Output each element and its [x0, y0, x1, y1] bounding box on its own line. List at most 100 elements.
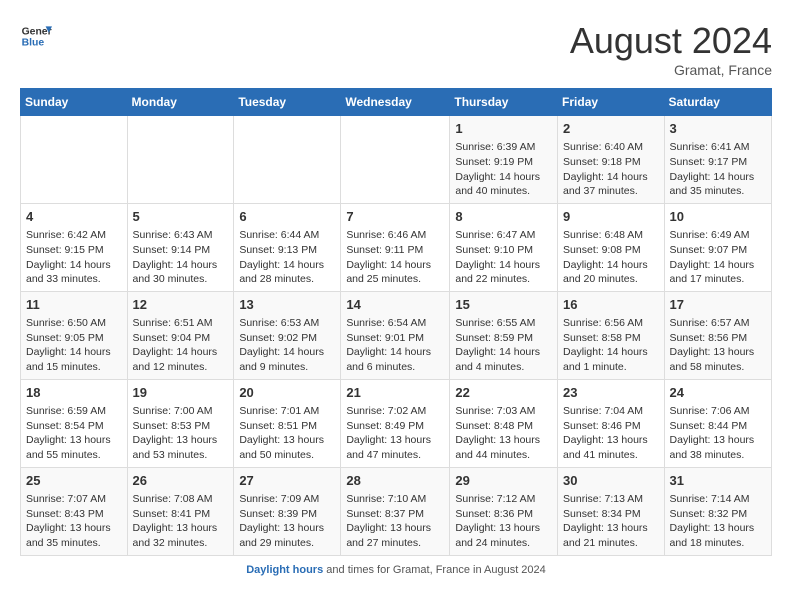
- calendar-cell: [21, 116, 128, 204]
- weekday-header: Tuesday: [234, 89, 341, 116]
- calendar-cell: 5 Sunrise: 6:43 AM Sunset: 9:14 PM Daylig…: [127, 203, 234, 291]
- day-info: Sunrise: 6:46 AM Sunset: 9:11 PM Dayligh…: [346, 228, 444, 287]
- day-number: 19: [133, 384, 229, 402]
- title-block: August 2024 Gramat, France: [570, 20, 772, 78]
- calendar-cell: 31Sunrise: 7:14 AM Sunset: 8:32 PM Dayli…: [664, 467, 771, 555]
- calendar-cell: 30 Sunrise: 7:13 AM Sunset: 8:34 PM Dayli…: [558, 467, 665, 555]
- calendar-cell: 3 Sunrise: 6:41 AM Sunset: 9:17 PM Daylig…: [664, 116, 771, 204]
- calendar-table: SundayMondayTuesdayWednesdayThursdayFrid…: [20, 88, 772, 556]
- calendar-cell: 26 Sunrise: 7:08 AM Sunset: 8:41 PM Dayli…: [127, 467, 234, 555]
- calendar-cell: [341, 116, 450, 204]
- calendar-cell: 10Sunrise: 6:49 AM Sunset: 9:07 PM Dayli…: [664, 203, 771, 291]
- day-info: Sunrise: 6:39 AM Sunset: 9:19 PM Dayligh…: [455, 140, 552, 199]
- day-info: Sunrise: 6:57 AM Sunset: 8:56 PM Dayligh…: [670, 316, 766, 375]
- month-year-title: August 2024: [570, 20, 772, 62]
- day-info: Sunrise: 6:50 AM Sunset: 9:05 PM Dayligh…: [26, 316, 122, 375]
- day-info: Sunrise: 6:42 AM Sunset: 9:15 PM Dayligh…: [26, 228, 122, 287]
- day-number: 5: [133, 208, 229, 226]
- day-info: Sunrise: 7:12 AM Sunset: 8:36 PM Dayligh…: [455, 492, 552, 551]
- calendar-cell: 2 Sunrise: 6:40 AM Sunset: 9:18 PM Daylig…: [558, 116, 665, 204]
- day-info: Sunrise: 7:08 AM Sunset: 8:41 PM Dayligh…: [133, 492, 229, 551]
- calendar-cell: 23 Sunrise: 7:04 AM Sunset: 8:46 PM Dayli…: [558, 379, 665, 467]
- weekday-header: Friday: [558, 89, 665, 116]
- calendar-cell: 7 Sunrise: 6:46 AM Sunset: 9:11 PM Daylig…: [341, 203, 450, 291]
- calendar-cell: 20 Sunrise: 7:01 AM Sunset: 8:51 PM Dayli…: [234, 379, 341, 467]
- calendar-cell: 28Sunrise: 7:10 AM Sunset: 8:37 PM Dayli…: [341, 467, 450, 555]
- day-info: Sunrise: 6:55 AM Sunset: 8:59 PM Dayligh…: [455, 316, 552, 375]
- day-number: 23: [563, 384, 659, 402]
- footer-text: and times for Gramat, France in August 2…: [326, 564, 546, 576]
- calendar-cell: 25Sunrise: 7:07 AM Sunset: 8:43 PM Dayli…: [21, 467, 128, 555]
- day-number: 24: [670, 384, 766, 402]
- day-number: 7: [346, 208, 444, 226]
- day-info: Sunrise: 7:06 AM Sunset: 8:44 PM Dayligh…: [670, 404, 766, 463]
- calendar-cell: 17 Sunrise: 6:57 AM Sunset: 8:56 PM Dayli…: [664, 291, 771, 379]
- day-number: 21: [346, 384, 444, 402]
- day-number: 6: [239, 208, 335, 226]
- calendar-cell: 18 Sunrise: 6:59 AM Sunset: 8:54 PM Dayli…: [21, 379, 128, 467]
- calendar-cell: 15 Sunrise: 6:55 AM Sunset: 8:59 PM Dayli…: [450, 291, 558, 379]
- footer: Daylight hours and times for Gramat, Fra…: [20, 564, 772, 576]
- weekday-header: Wednesday: [341, 89, 450, 116]
- day-number: 3: [670, 120, 766, 138]
- calendar-week-row: 25Sunrise: 7:07 AM Sunset: 8:43 PM Dayli…: [21, 467, 772, 555]
- day-info: Sunrise: 6:47 AM Sunset: 9:10 PM Dayligh…: [455, 228, 552, 287]
- day-number: 20: [239, 384, 335, 402]
- calendar-cell: 22 Sunrise: 7:03 AM Sunset: 8:48 PM Dayli…: [450, 379, 558, 467]
- day-info: Sunrise: 7:09 AM Sunset: 8:39 PM Dayligh…: [239, 492, 335, 551]
- calendar-cell: 6 Sunrise: 6:44 AM Sunset: 9:13 PM Daylig…: [234, 203, 341, 291]
- day-number: 16: [563, 296, 659, 314]
- day-info: Sunrise: 6:43 AM Sunset: 9:14 PM Dayligh…: [133, 228, 229, 287]
- weekday-header: Thursday: [450, 89, 558, 116]
- day-number: 4: [26, 208, 122, 226]
- calendar-cell: 12 Sunrise: 6:51 AM Sunset: 9:04 PM Dayli…: [127, 291, 234, 379]
- day-info: Sunrise: 6:40 AM Sunset: 9:18 PM Dayligh…: [563, 140, 659, 199]
- calendar-cell: 24 Sunrise: 7:06 AM Sunset: 8:44 PM Dayli…: [664, 379, 771, 467]
- location-subtitle: Gramat, France: [570, 62, 772, 78]
- calendar-week-row: 4 Sunrise: 6:42 AM Sunset: 9:15 PM Daylig…: [21, 203, 772, 291]
- calendar-cell: 8 Sunrise: 6:47 AM Sunset: 9:10 PM Daylig…: [450, 203, 558, 291]
- day-info: Sunrise: 7:02 AM Sunset: 8:49 PM Dayligh…: [346, 404, 444, 463]
- day-number: 17: [670, 296, 766, 314]
- day-number: 15: [455, 296, 552, 314]
- day-number: 29: [455, 472, 552, 490]
- day-number: 18: [26, 384, 122, 402]
- weekday-header-row: SundayMondayTuesdayWednesdayThursdayFrid…: [21, 89, 772, 116]
- calendar-cell: 29 Sunrise: 7:12 AM Sunset: 8:36 PM Dayli…: [450, 467, 558, 555]
- calendar-cell: 13Sunrise: 6:53 AM Sunset: 9:02 PM Dayli…: [234, 291, 341, 379]
- day-info: Sunrise: 6:49 AM Sunset: 9:07 PM Dayligh…: [670, 228, 766, 287]
- calendar-cell: 11 Sunrise: 6:50 AM Sunset: 9:05 PM Dayli…: [21, 291, 128, 379]
- day-number: 11: [26, 296, 122, 314]
- weekday-header: Sunday: [21, 89, 128, 116]
- day-info: Sunrise: 7:13 AM Sunset: 8:34 PM Dayligh…: [563, 492, 659, 551]
- day-number: 26: [133, 472, 229, 490]
- svg-text:Blue: Blue: [22, 38, 45, 49]
- day-number: 12: [133, 296, 229, 314]
- day-number: 30: [563, 472, 659, 490]
- page-header: General Blue August 2024 Gramat, France: [20, 20, 772, 78]
- day-number: 1: [455, 120, 552, 138]
- day-number: 2: [563, 120, 659, 138]
- logo-icon: General Blue: [20, 20, 52, 52]
- day-info: Sunrise: 6:41 AM Sunset: 9:17 PM Dayligh…: [670, 140, 766, 199]
- day-number: 28: [346, 472, 444, 490]
- day-info: Sunrise: 6:59 AM Sunset: 8:54 PM Dayligh…: [26, 404, 122, 463]
- day-info: Sunrise: 7:01 AM Sunset: 8:51 PM Dayligh…: [239, 404, 335, 463]
- day-number: 8: [455, 208, 552, 226]
- day-info: Sunrise: 6:44 AM Sunset: 9:13 PM Dayligh…: [239, 228, 335, 287]
- day-info: Sunrise: 6:51 AM Sunset: 9:04 PM Dayligh…: [133, 316, 229, 375]
- day-info: Sunrise: 7:03 AM Sunset: 8:48 PM Dayligh…: [455, 404, 552, 463]
- calendar-cell: 14Sunrise: 6:54 AM Sunset: 9:01 PM Dayli…: [341, 291, 450, 379]
- calendar-week-row: 1 Sunrise: 6:39 AM Sunset: 9:19 PM Daylig…: [21, 116, 772, 204]
- day-info: Sunrise: 6:54 AM Sunset: 9:01 PM Dayligh…: [346, 316, 444, 375]
- weekday-header: Saturday: [664, 89, 771, 116]
- calendar-cell: 1 Sunrise: 6:39 AM Sunset: 9:19 PM Daylig…: [450, 116, 558, 204]
- calendar-cell: 9Sunrise: 6:48 AM Sunset: 9:08 PM Daylig…: [558, 203, 665, 291]
- day-info: Sunrise: 7:07 AM Sunset: 8:43 PM Dayligh…: [26, 492, 122, 551]
- footer-label: Daylight hours: [246, 564, 323, 576]
- day-number: 22: [455, 384, 552, 402]
- day-info: Sunrise: 7:04 AM Sunset: 8:46 PM Dayligh…: [563, 404, 659, 463]
- day-info: Sunrise: 7:14 AM Sunset: 8:32 PM Dayligh…: [670, 492, 766, 551]
- day-info: Sunrise: 6:56 AM Sunset: 8:58 PM Dayligh…: [563, 316, 659, 375]
- day-info: Sunrise: 6:53 AM Sunset: 9:02 PM Dayligh…: [239, 316, 335, 375]
